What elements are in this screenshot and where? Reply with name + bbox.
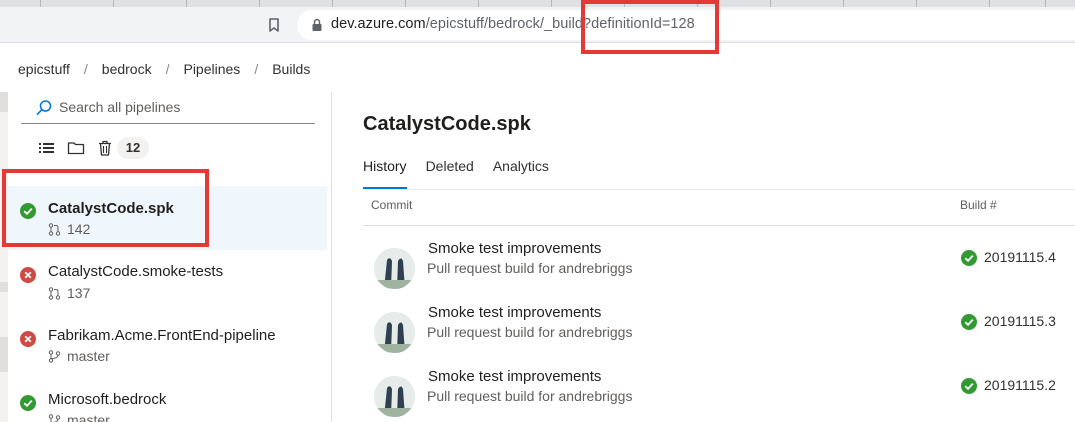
- breadcrumb-org[interactable]: epicstuff: [18, 61, 70, 77]
- folder-view-icon[interactable]: [67, 139, 85, 157]
- pipeline-tabs: History Deleted Analytics: [363, 158, 568, 189]
- list-view-icon[interactable]: [38, 139, 56, 157]
- search-pipelines-input[interactable]: Search all pipelines: [59, 99, 180, 115]
- build-number: 20191115.2: [984, 377, 1056, 393]
- success-status-icon: [20, 395, 36, 411]
- tab-analytics[interactable]: Analytics: [493, 158, 549, 184]
- failed-status-icon: [20, 267, 36, 283]
- pipeline-sub: master: [48, 412, 110, 422]
- url-highlight-box: [581, 0, 719, 54]
- breadcrumb-separator: /: [165, 61, 170, 77]
- trash-icon[interactable]: [96, 139, 114, 157]
- avatar: [374, 248, 415, 289]
- page-title: CatalystCode.spk: [363, 113, 531, 135]
- column-header-build[interactable]: Build #: [960, 198, 997, 212]
- tab-deleted[interactable]: Deleted: [426, 158, 474, 184]
- breadcrumb: epicstuff / bedrock / Pipelines / Builds: [18, 61, 310, 77]
- run-subtitle: Pull request build for andrebriggs: [427, 260, 633, 276]
- search-underline: [21, 123, 315, 124]
- branch-icon: [48, 349, 61, 363]
- tab-history[interactable]: History: [363, 158, 407, 189]
- success-status-icon: [961, 314, 977, 330]
- lock-icon[interactable]: [311, 18, 323, 32]
- breadcrumb-project[interactable]: bedrock: [102, 61, 152, 77]
- pipeline-name: CatalystCode.smoke-tests: [48, 263, 224, 280]
- breadcrumb-separator: /: [83, 61, 88, 77]
- success-status-icon: [961, 250, 977, 266]
- pipeline-sub: 137: [48, 285, 90, 301]
- pipeline-item-fabrikam-acme-frontend[interactable]: Fabrikam.Acme.FrontEnd-pipeline master: [8, 314, 327, 378]
- pipeline-name: Microsoft.bedrock: [48, 391, 167, 408]
- branch-icon: [48, 413, 61, 422]
- pipeline-run-id: 137: [67, 285, 91, 301]
- avatar: [374, 312, 415, 353]
- tabs-divider: [363, 189, 1075, 190]
- run-title: Smoke test improvements: [428, 368, 602, 385]
- pipeline-name: Fabrikam.Acme.FrontEnd-pipeline: [48, 327, 276, 344]
- failed-status-icon: [20, 331, 36, 347]
- pipeline-branch: master: [67, 412, 110, 422]
- browser-tab-strip: [0, 0, 1075, 7]
- pipeline-item-microsoft-bedrock[interactable]: Microsoft.bedrock master: [8, 378, 327, 422]
- table-row[interactable]: Smoke test improvements Pull request bui…: [363, 304, 1075, 368]
- run-title: Smoke test improvements: [428, 304, 602, 321]
- url-host: dev.azure.com: [331, 16, 426, 32]
- breadcrumb-separator: /: [254, 61, 259, 77]
- table-row[interactable]: Smoke test improvements Pull request bui…: [363, 240, 1075, 304]
- run-subtitle: Pull request build for andrebriggs: [427, 388, 633, 404]
- deleted-count-badge: 12: [117, 137, 149, 159]
- column-header-commit[interactable]: Commit: [371, 198, 412, 212]
- pipeline-sub: master: [48, 348, 110, 364]
- build-number: 20191115.3: [984, 313, 1056, 329]
- browser-toolbar: dev.azure.com/epicstuff/bedrock/_build?d…: [0, 7, 1075, 43]
- breadcrumb-pipelines[interactable]: Pipelines: [183, 61, 240, 77]
- pull-request-icon: [48, 286, 61, 300]
- avatar: [374, 376, 415, 417]
- selected-pipeline-highlight-box: [2, 169, 209, 247]
- run-title: Smoke test improvements: [428, 240, 602, 257]
- bookmark-icon[interactable]: [267, 18, 281, 32]
- success-status-icon: [961, 378, 977, 394]
- pipeline-branch: master: [67, 348, 110, 364]
- table-row[interactable]: Smoke test improvements Pull request bui…: [363, 368, 1075, 422]
- build-number: 20191115.4: [984, 249, 1056, 265]
- search-icon: [36, 100, 52, 116]
- pipeline-item-catalystcode-smoke-tests[interactable]: CatalystCode.smoke-tests 137: [8, 250, 327, 314]
- run-subtitle: Pull request build for andrebriggs: [427, 324, 633, 340]
- header-divider: [363, 225, 1075, 226]
- left-gutter: [0, 92, 8, 422]
- breadcrumb-builds[interactable]: Builds: [272, 61, 310, 77]
